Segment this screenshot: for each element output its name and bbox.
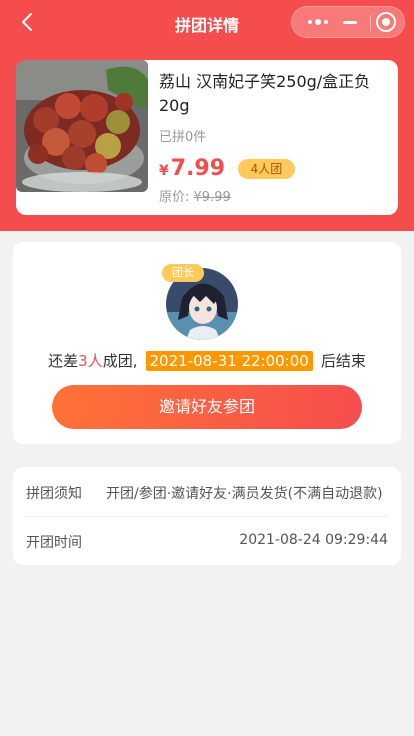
group-status-text: 还差 3人 成团, 2021-08-31 22:00:00 后结束 [13, 350, 401, 371]
open-time-value: 2021-08-24 09:29:44 [239, 532, 388, 548]
product-card[interactable]: 荔山 汉南妃子笑250g/盒正负20g 已拼0件 ¥ 7.99 4人团 原价: … [16, 60, 398, 215]
currency-symbol: ¥ [159, 163, 169, 179]
minimize-button[interactable] [338, 7, 362, 37]
original-price-row: 原价: ¥9.99 [159, 186, 231, 205]
notice-value: 开团/参团·邀请好友·满员发货(不满自动退款) [106, 486, 383, 502]
target-icon [382, 18, 390, 26]
group-status-card: 团长 还差 3人 成团, 2021-08-31 22:00:00 后结束 邀请好… [13, 242, 401, 444]
group-price: 7.99 [170, 156, 226, 181]
invite-friends-button[interactable]: 邀请好友参团 [52, 385, 362, 429]
original-price: ¥9.99 [193, 190, 231, 205]
status-middle: 成团, [102, 352, 138, 370]
group-size-badge: 4人团 [238, 159, 295, 179]
more-dot-icon [324, 20, 328, 24]
more-button[interactable] [292, 7, 344, 37]
sold-count: 已拼0件 [159, 130, 207, 145]
more-dot-icon [308, 20, 312, 24]
price-row: ¥ 7.99 [159, 156, 225, 181]
product-image [16, 60, 148, 192]
group-info-card: 拼团须知 开团/参团·邀请好友·满员发货(不满自动退款) 开团时间 2021-0… [13, 467, 401, 565]
needed-count: 3人 [78, 352, 103, 370]
open-time-row: 开团时间 2021-08-24 09:29:44 [26, 516, 388, 565]
open-time-label: 开团时间 [26, 535, 82, 551]
close-app-button[interactable] [376, 12, 396, 32]
capsule-menu [291, 6, 405, 38]
notice-label: 拼团须知 [26, 486, 82, 502]
deadline-time: 2021-08-31 22:00:00 [145, 350, 313, 371]
original-price-label: 原价: [159, 190, 190, 205]
minus-icon [343, 20, 357, 24]
leader-badge: 团长 [162, 264, 204, 282]
notice-row[interactable]: 拼团须知 开团/参团·邀请好友·满员发货(不满自动退款) [26, 467, 388, 516]
more-dot-icon [315, 19, 321, 25]
status-prefix: 还差 [48, 352, 79, 370]
status-suffix: 后结束 [320, 352, 366, 370]
navigation-bar: 拼团详情 [0, 0, 414, 44]
product-name: 荔山 汉南妃子笑250g/盒正负20g [159, 72, 371, 115]
capsule-divider [370, 15, 371, 31]
